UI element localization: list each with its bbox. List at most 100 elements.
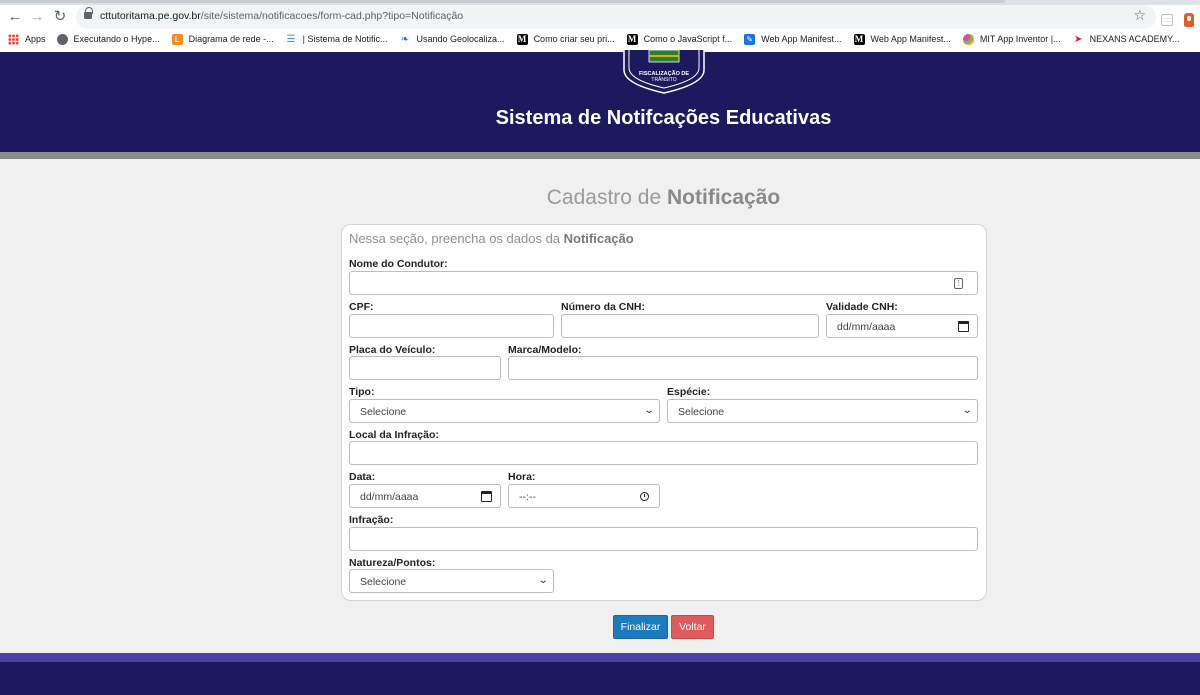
autofill-key-icon[interactable]: ⋮	[954, 278, 963, 289]
natureza-pontos-select[interactable]: Selecione ⌄	[349, 569, 554, 593]
bookmark-item[interactable]: L Diagrama de rede -...	[171, 33, 274, 45]
infracao-label: Infração:	[349, 514, 394, 526]
site-footer: ​	[0, 662, 1200, 695]
calendar-icon[interactable]	[958, 321, 969, 332]
bookmark-item[interactable]: ❧ Usando Geolocaliza...	[399, 33, 505, 45]
globe-icon	[56, 33, 68, 45]
clock-icon[interactable]	[640, 492, 649, 501]
orange-page-icon: L	[171, 33, 183, 45]
validade-cnh-date-input[interactable]: dd/mm/aaaa	[826, 314, 978, 338]
geo-icon: ❧	[399, 33, 411, 45]
bookmark-item[interactable]: M Como o JavaScript f...	[626, 33, 733, 45]
form-intro-strong: Notificação	[563, 231, 634, 246]
tipo-label: Tipo:	[349, 386, 375, 398]
nome-condutor-input[interactable]: ⋮	[349, 271, 978, 295]
bookmark-apps[interactable]: Apps	[8, 33, 46, 45]
chevron-down-icon: ⌄	[643, 405, 655, 416]
tipo-select[interactable]: Selecione ⌄	[349, 399, 660, 423]
medium-icon: M	[853, 33, 865, 45]
bookmark-item[interactable]: Executando o Hype...	[56, 33, 160, 45]
bookmark-label: Executando o Hype...	[73, 34, 160, 44]
site-header: FISCALIZAÇÃO DE TRÂNSITO	[0, 50, 1200, 152]
mit-icon	[962, 33, 974, 45]
tipo-selected-value: Selecione	[360, 406, 407, 418]
extension-lock-icon[interactable]	[1184, 13, 1194, 27]
footer-band	[0, 653, 1200, 662]
page-heading-strong: Notificação	[667, 186, 781, 209]
cpf-input[interactable]	[349, 314, 554, 338]
form-intro-prefix: Nessa seção, preencha os dados da	[349, 231, 564, 246]
url-text: cttutoritama.pe.gov.br/site/sistema/noti…	[100, 10, 463, 22]
back-arrow-icon[interactable]: ←	[5, 6, 25, 26]
blue-site-icon: ☰	[285, 33, 297, 45]
site-title: Sistema de Notifcações Educativas	[495, 107, 832, 129]
bookmark-item[interactable]: ☰ | Sistema de Notific...	[285, 33, 388, 45]
url-host: cttutoritama.pe.gov.br	[100, 10, 201, 22]
bookmark-label: Web App Manifest...	[870, 34, 951, 44]
bookmark-item[interactable]: M Web App Manifest...	[853, 33, 951, 45]
bookmark-label: Diagrama de rede -...	[188, 34, 274, 44]
numero-cnh-label: Número da CNH:	[561, 301, 646, 313]
bookmark-label: | Sistema de Notific...	[302, 34, 388, 44]
bookmark-label: Apps	[25, 34, 46, 44]
validade-cnh-value: dd/mm/aaaa	[837, 321, 896, 333]
nexans-icon: ➤	[1072, 33, 1084, 45]
bookmark-label: Como o JavaScript f...	[643, 34, 733, 44]
logo-text-line-2: TRÂNSITO	[651, 76, 676, 83]
bookmark-label: Web App Manifest...	[761, 34, 842, 44]
page-heading-prefix: Cadastro de	[546, 186, 668, 209]
data-label: Data:	[349, 471, 376, 483]
browser-toolbar: ← → ↻ cttutoritama.pe.gov.br/site/sistem…	[0, 5, 1200, 29]
natureza-pontos-selected-value: Selecione	[360, 576, 407, 588]
bookmark-item[interactable]: ➤ NEXANS ACADEMY...	[1072, 33, 1180, 45]
active-tab[interactable]	[0, 0, 1005, 3]
logo-text-line-1: FISCALIZAÇÃO DE	[639, 70, 689, 77]
reload-icon[interactable]: ↻	[50, 6, 70, 26]
numero-cnh-input[interactable]	[561, 314, 819, 338]
apps-grid-icon	[8, 33, 19, 45]
hora-label: Hora:	[508, 471, 536, 483]
hora-value: --:--	[519, 491, 536, 503]
bookmark-star-icon[interactable]: ☆	[1133, 8, 1146, 22]
finalizar-button[interactable]: Finalizar	[613, 615, 668, 639]
infracao-input[interactable]	[349, 527, 978, 551]
medium-icon: M	[626, 33, 638, 45]
hora-time-input[interactable]: --:--	[508, 484, 660, 508]
bookmark-label: NEXANS ACADEMY...	[1089, 34, 1180, 44]
chevron-down-icon: ⌄	[537, 575, 549, 586]
extension-list-icon[interactable]	[1161, 14, 1173, 26]
especie-selected-value: Selecione	[678, 406, 725, 418]
especie-label: Espécie:	[667, 386, 711, 398]
url-path: /site/sistema/notificacoes/form-cad.php?…	[200, 10, 464, 22]
bookmark-item[interactable]: MIT App Inventor |...	[962, 33, 1061, 45]
bookmark-item[interactable]: ✎ Web App Manifest...	[744, 33, 842, 45]
cpf-label: CPF:	[349, 301, 374, 313]
bookmark-label: Como criar seu pri...	[533, 34, 615, 44]
medium-icon: M	[516, 33, 528, 45]
chevron-down-icon: ⌄	[961, 405, 973, 416]
nome-condutor-label: Nome do Condutor:	[349, 258, 448, 270]
marca-modelo-input[interactable]	[508, 356, 978, 380]
address-bar[interactable]: cttutoritama.pe.gov.br/site/sistema/noti…	[76, 5, 1156, 29]
bookmarks-bar: Apps Executando o Hype... L Diagrama de r…	[0, 30, 1200, 48]
validade-cnh-label: Validade CNH:	[826, 301, 898, 313]
local-infracao-input[interactable]	[349, 441, 978, 465]
page-heading: Cadastro de Notificação	[0, 186, 1200, 210]
traffic-badge-logo: FISCALIZAÇÃO DE TRÂNSITO	[623, 50, 705, 94]
data-date-input[interactable]: dd/mm/aaaa	[349, 484, 501, 508]
bookmark-label: Usando Geolocaliza...	[416, 34, 505, 44]
bookmark-item[interactable]: M Como criar seu pri...	[516, 33, 615, 45]
marca-modelo-label: Marca/Modelo:	[508, 344, 582, 356]
local-infracao-label: Local da Infração:	[349, 429, 439, 441]
manifest-icon: ✎	[744, 33, 756, 45]
calendar-icon[interactable]	[481, 491, 492, 502]
voltar-button[interactable]: Voltar	[671, 615, 714, 639]
bookmark-label: MIT App Inventor |...	[979, 34, 1061, 44]
especie-select[interactable]: Selecione ⌄	[667, 399, 978, 423]
browser-chrome: ← → ↻ cttutoritama.pe.gov.br/site/sistem…	[0, 0, 1200, 52]
placa-veiculo-label: Placa do Veículo:	[349, 344, 436, 356]
lock-icon	[84, 7, 93, 21]
forward-arrow-icon[interactable]: →	[27, 6, 47, 26]
natureza-pontos-label: Natureza/Pontos:	[349, 557, 436, 569]
placa-veiculo-input[interactable]	[349, 356, 501, 380]
